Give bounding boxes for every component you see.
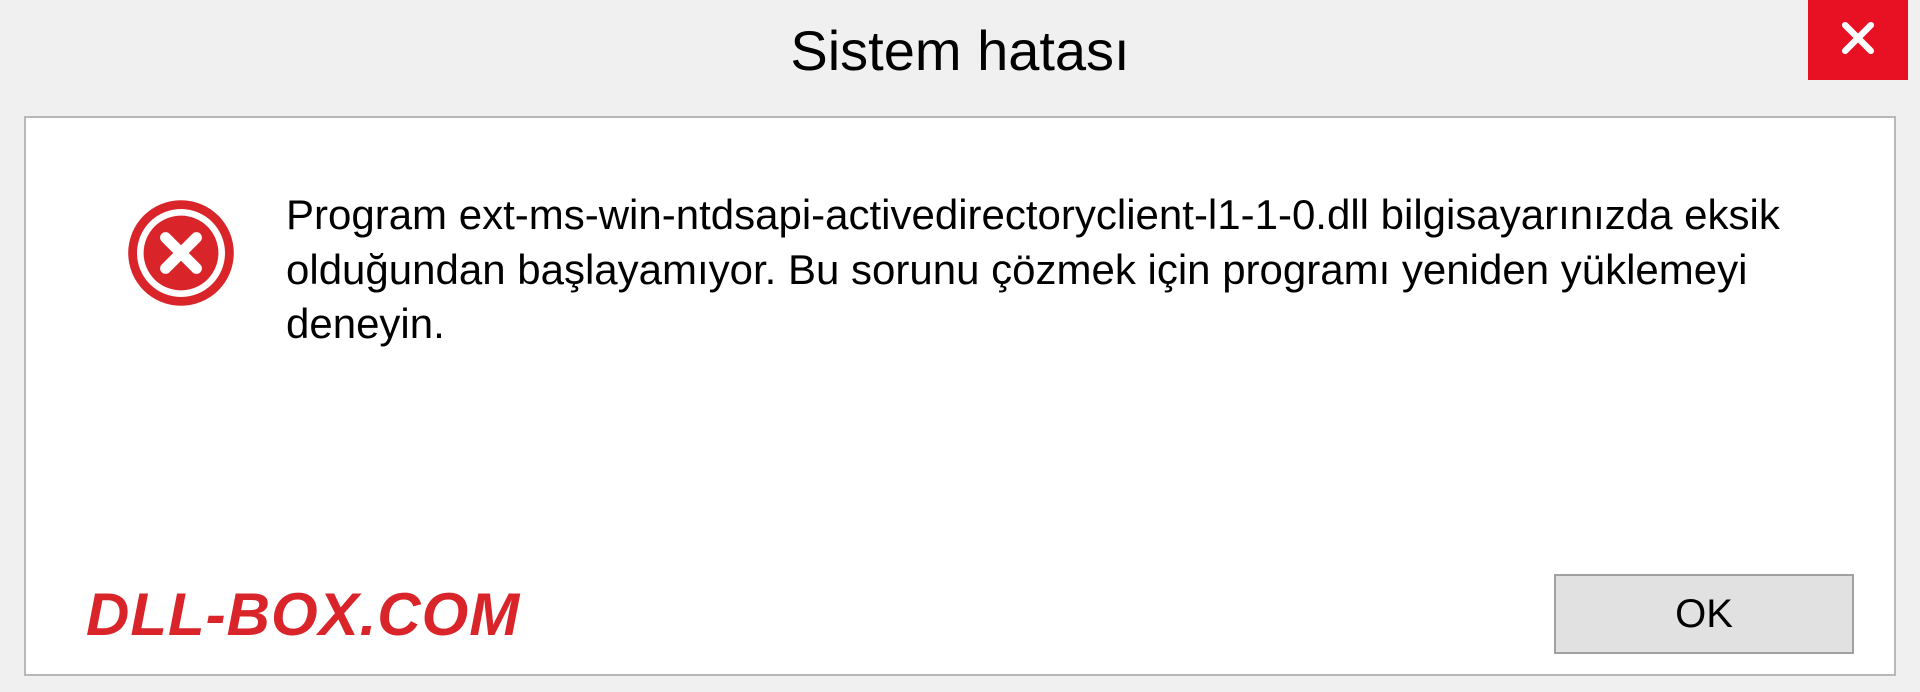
error-icon — [126, 198, 236, 308]
ok-button-label: OK — [1675, 592, 1733, 637]
error-message: Program ext-ms-win-ntdsapi-activedirecto… — [286, 188, 1786, 352]
ok-button[interactable]: OK — [1554, 574, 1854, 654]
close-button[interactable] — [1808, 0, 1908, 80]
dialog-title: Sistem hatası — [790, 18, 1129, 83]
titlebar: Sistem hatası — [0, 0, 1920, 100]
message-row: Program ext-ms-win-ntdsapi-activedirecto… — [26, 118, 1894, 352]
close-icon — [1836, 16, 1880, 65]
watermark: DLL-BOX.COM — [86, 580, 520, 649]
error-dialog: Sistem hatası Program ext-ms-wi — [0, 0, 1920, 692]
footer: DLL-BOX.COM OK — [26, 574, 1894, 654]
content-area: Program ext-ms-win-ntdsapi-activedirecto… — [24, 116, 1896, 676]
